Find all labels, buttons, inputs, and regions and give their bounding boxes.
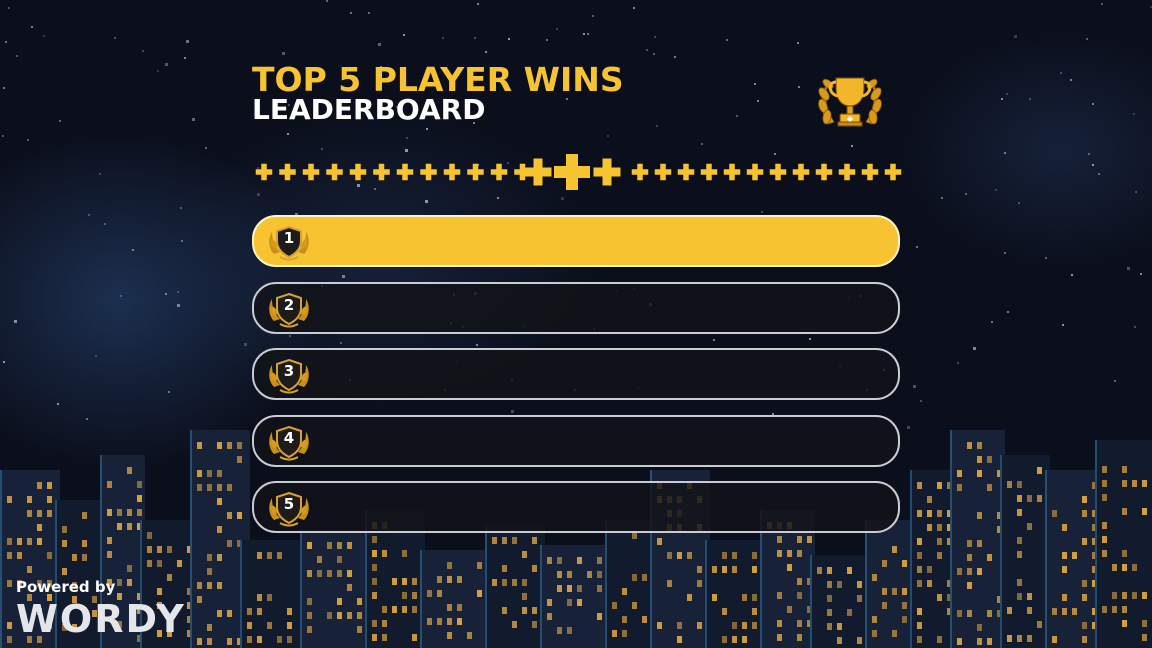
leaderboard-row[interactable]: 4: [252, 414, 900, 467]
trophy-laurel-icon: [818, 77, 882, 127]
powered-by-label: Powered by: [16, 578, 116, 596]
pixel-plus-divider: [255, 154, 902, 190]
leaderboard: 1 2 3 4 5: [252, 215, 900, 548]
rank-number: 2: [283, 295, 295, 314]
leaderboard-row[interactable]: 2: [252, 281, 900, 334]
rank-number: 3: [283, 362, 295, 380]
rank-number: 4: [283, 428, 295, 447]
rank-number: 1: [283, 229, 295, 247]
page-subtitle: LEADERBOARD: [252, 93, 486, 126]
rank-number: 5: [283, 495, 295, 513]
leaderboard-row[interactable]: 1: [252, 215, 900, 267]
leaderboard-row[interactable]: 3: [252, 348, 900, 400]
wordy-logo: WORDY: [16, 597, 186, 641]
leaderboard-row[interactable]: 5: [252, 481, 900, 533]
